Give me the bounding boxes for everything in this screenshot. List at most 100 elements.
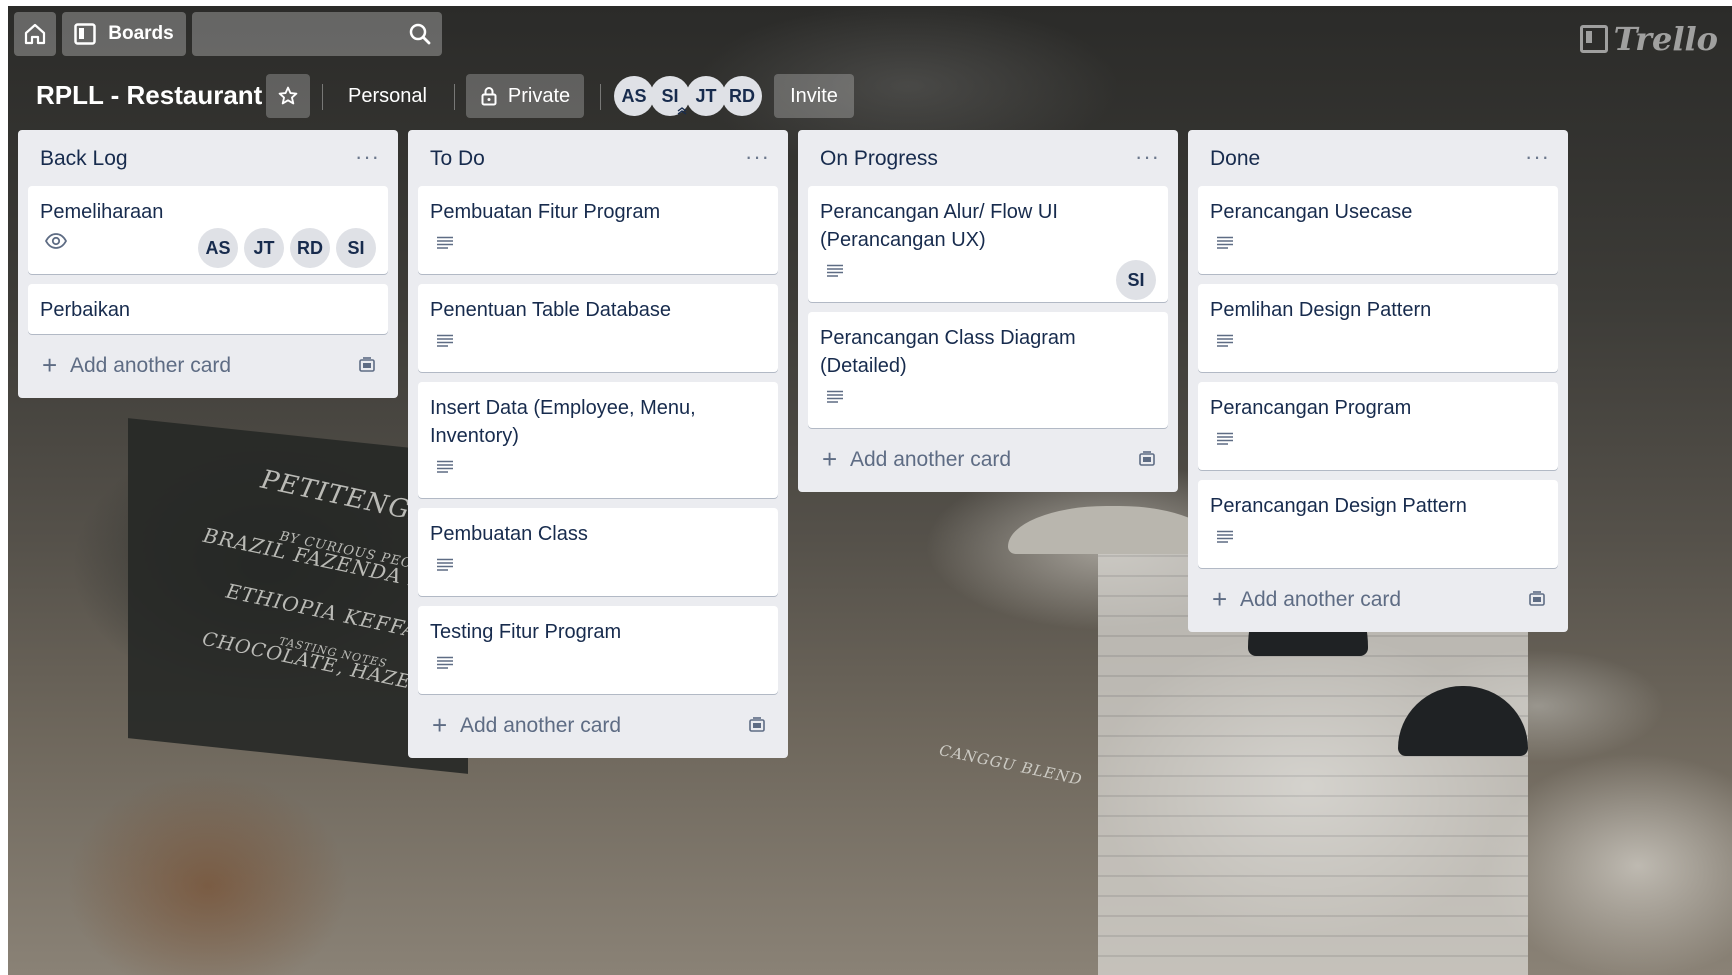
description-icon	[1217, 530, 1233, 543]
card-badges	[820, 384, 1156, 418]
board-header: RPLL - Restaurant Personal Private AS SI…	[8, 72, 1732, 120]
background-sign-text: CANGGU BLEND	[937, 741, 1085, 789]
description-icon	[1217, 334, 1233, 347]
list-title[interactable]: To Do	[430, 147, 485, 171]
card-title: Pembuatan Fitur Program	[430, 201, 661, 223]
star-icon	[278, 86, 298, 105]
card-template-icon[interactable]	[748, 716, 766, 734]
invite-label: Invite	[790, 84, 838, 107]
home-icon	[24, 23, 46, 45]
add-card-label: Add another card	[850, 448, 1012, 471]
add-card-button[interactable]: + Add another card	[808, 438, 1168, 482]
member-avatar[interactable]: RD	[722, 76, 762, 116]
card-badges: AS JT RD SI	[40, 228, 376, 268]
card-badges	[430, 552, 766, 586]
boards-label: Boards	[108, 23, 174, 44]
card-perbaikan[interactable]: Perbaikan	[28, 284, 388, 334]
invite-button[interactable]: Invite	[774, 74, 854, 118]
description-icon	[827, 390, 843, 403]
card-members: SI	[1116, 260, 1156, 300]
list-header: To Do ···	[418, 130, 778, 186]
header-divider	[600, 84, 601, 110]
card-testing-fitur-program[interactable]: Testing Fitur Program	[418, 606, 778, 694]
card-badges	[430, 328, 766, 362]
card-member-avatar[interactable]: JT	[244, 228, 284, 268]
card-penentuan-table-database[interactable]: Penentuan Table Database	[418, 284, 778, 372]
board-title[interactable]: RPLL - Restaurant	[36, 80, 262, 111]
plus-icon: +	[432, 710, 448, 740]
list-header: Done ···	[1198, 130, 1558, 186]
list-menu-button[interactable]: ···	[1135, 144, 1160, 170]
home-button[interactable]	[14, 12, 56, 56]
card-title: Testing Fitur Program	[430, 621, 622, 643]
member-avatar[interactable]: JT	[686, 76, 726, 116]
description-icon	[437, 460, 453, 473]
list-to-do: To Do ··· Pembuatan Fitur Program Penent…	[408, 130, 788, 758]
card-template-icon[interactable]	[1138, 450, 1156, 468]
list-back-log: Back Log ··· Pemeliharaan AS JT RD SI Pe…	[18, 130, 398, 398]
list-on-progress: On Progress ··· Perancangan Alur/ Flow U…	[798, 130, 1178, 492]
card-title: Perancangan Usecase	[1210, 201, 1413, 223]
card-pemeliharaan[interactable]: Pemeliharaan AS JT RD SI	[28, 186, 388, 274]
card-perancangan-design-pattern[interactable]: Perancangan Design Pattern	[1198, 480, 1558, 568]
description-icon	[437, 656, 453, 669]
card-perancangan-alur-flow-ui[interactable]: Perancangan Alur/ Flow UI (Perancangan U…	[808, 186, 1168, 302]
trello-logo-icon	[1579, 25, 1608, 53]
card-title: Pemlihan Design Pattern	[1210, 299, 1432, 321]
card-perancangan-usecase[interactable]: Perancangan Usecase	[1198, 186, 1558, 274]
description-icon	[1217, 236, 1233, 249]
trello-logo-text: Trello	[1613, 20, 1718, 58]
star-board-button[interactable]	[266, 74, 310, 118]
list-menu-button[interactable]: ···	[1525, 144, 1550, 170]
add-card-button[interactable]: + Add another card	[418, 704, 778, 748]
card-title: Perancangan Program	[1210, 397, 1412, 419]
card-pembuatan-class[interactable]: Pembuatan Class	[418, 508, 778, 596]
card-member-avatar[interactable]: RD	[290, 228, 330, 268]
admin-chevron-icon	[677, 107, 687, 115]
plus-icon: +	[42, 350, 58, 380]
boards-button[interactable]: Boards	[62, 12, 186, 56]
lock-icon	[481, 87, 497, 106]
card-badges	[1210, 426, 1546, 460]
plus-icon: +	[822, 444, 838, 474]
card-template-icon[interactable]	[1528, 590, 1546, 608]
header-divider	[322, 84, 323, 110]
list-done: Done ··· Perancangan Usecase Pemlihan De…	[1188, 130, 1568, 632]
list-title[interactable]: Back Log	[40, 147, 128, 171]
team-visibility-label: Personal	[348, 84, 427, 107]
description-icon	[437, 334, 453, 347]
card-pembuatan-fitur-program[interactable]: Pembuatan Fitur Program	[418, 186, 778, 274]
header-divider	[454, 84, 455, 110]
list-header: On Progress ···	[808, 130, 1168, 186]
list-title[interactable]: Done	[1210, 147, 1260, 171]
card-template-icon[interactable]	[358, 356, 376, 374]
card-perancangan-program[interactable]: Perancangan Program	[1198, 382, 1558, 470]
card-members: AS JT RD SI	[198, 228, 376, 268]
description-icon	[437, 236, 453, 249]
privacy-label: Private	[507, 84, 571, 107]
list-title[interactable]: On Progress	[820, 147, 938, 171]
add-card-button[interactable]: + Add another card	[1198, 578, 1558, 622]
list-menu-button[interactable]: ···	[355, 144, 380, 170]
team-visibility-button[interactable]: Personal	[348, 74, 427, 118]
member-avatar[interactable]: AS	[614, 76, 654, 116]
add-card-label: Add another card	[1240, 588, 1402, 611]
card-insert-data[interactable]: Insert Data (Employee, Menu, Inventory)	[418, 382, 778, 498]
card-title: Perancangan Alur/ Flow UI (Perancangan U…	[820, 201, 1058, 251]
add-card-button[interactable]: + Add another card	[28, 344, 388, 388]
description-icon	[827, 264, 843, 277]
card-pemlihan-design-pattern[interactable]: Pemlihan Design Pattern	[1198, 284, 1558, 372]
top-navigation-bar: Boards Trello	[8, 6, 1732, 62]
card-title: Perancangan Class Diagram (Detailed)	[820, 327, 1076, 377]
description-icon	[1217, 432, 1233, 445]
add-card-label: Add another card	[460, 714, 622, 737]
privacy-button[interactable]: Private	[466, 74, 584, 118]
search-input[interactable]	[192, 12, 442, 56]
trello-logo[interactable]: Trello	[1579, 20, 1718, 58]
board-canvas: PETITENGET BLEND BY CURIOUS PEOPLE BRAZI…	[8, 6, 1732, 975]
card-perancangan-class-diagram[interactable]: Perancangan Class Diagram (Detailed)	[808, 312, 1168, 428]
card-member-avatar[interactable]: SI	[336, 228, 376, 268]
card-member-avatar[interactable]: SI	[1116, 260, 1156, 300]
card-member-avatar[interactable]: AS	[198, 228, 238, 268]
list-menu-button[interactable]: ···	[745, 144, 770, 170]
